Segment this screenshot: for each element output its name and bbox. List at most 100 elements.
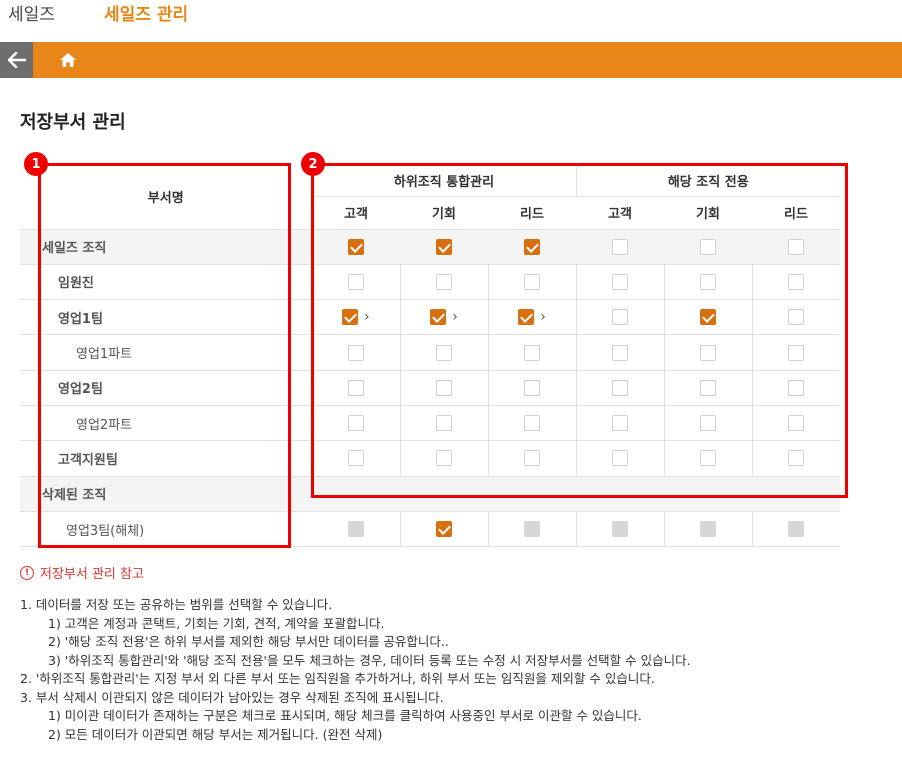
checkbox[interactable] [788, 309, 805, 326]
check-cell [663, 511, 752, 548]
dept-name: 영업1팀 [20, 299, 312, 336]
checkbox[interactable] [524, 415, 540, 432]
check-cell [576, 229, 664, 265]
chevron-right-icon[interactable]: › [364, 309, 370, 325]
check-cell [751, 370, 840, 406]
subcol-header: 고객 [576, 196, 664, 230]
checkbox[interactable] [347, 379, 364, 396]
checkbox[interactable] [524, 238, 540, 255]
checkbox[interactable] [524, 273, 540, 290]
home-button[interactable] [57, 50, 79, 70]
check-cell: › [312, 299, 400, 336]
checkbox[interactable] [612, 379, 628, 396]
checkbox[interactable] [700, 415, 716, 432]
checkbox[interactable] [348, 238, 364, 255]
tab-sales-management[interactable]: 세일즈 관리 [104, 4, 188, 26]
checkbox[interactable] [612, 344, 628, 361]
checkbox[interactable] [700, 379, 716, 396]
check-cell [400, 476, 488, 512]
checkbox [524, 521, 540, 538]
checkbox[interactable] [518, 309, 535, 326]
checkbox[interactable] [430, 309, 447, 326]
dept-name: 고객지원팀 [20, 440, 312, 477]
chevron-right-icon[interactable]: › [540, 309, 546, 325]
note-line: 3) '하위조직 통합관리'와 '해당 조직 전용'을 모두 체크하는 경우, … [48, 652, 691, 668]
check-cell [399, 511, 488, 548]
checkbox[interactable] [788, 238, 804, 255]
check-cell [751, 299, 840, 336]
check-cell [488, 476, 576, 512]
check-cell [399, 334, 488, 371]
checkbox[interactable] [436, 450, 452, 467]
notes-heading: ! 저장부서 관리 참고 [20, 563, 144, 582]
subcol-header: 기회 [664, 196, 752, 230]
check-cell [487, 334, 576, 371]
annotation-badge-2: 2 [301, 152, 325, 176]
check-cell [575, 511, 664, 548]
note-line: 1. 데이터를 저장 또는 공유하는 범위를 선택할 수 있습니다. [20, 597, 333, 612]
checkbox[interactable] [700, 273, 716, 290]
checkbox[interactable] [347, 273, 364, 290]
checkbox[interactable] [788, 450, 805, 467]
back-button[interactable] [0, 42, 33, 78]
checkbox[interactable] [436, 273, 452, 290]
check-cell [751, 405, 840, 442]
checkbox[interactable] [788, 273, 805, 290]
chevron-right-icon[interactable]: › [452, 309, 458, 325]
table-row: 영업2파트 [20, 405, 840, 442]
checkbox[interactable] [341, 309, 358, 326]
check-cell [312, 511, 400, 548]
check-cell [751, 264, 840, 301]
subcol-header: 리드 [752, 196, 840, 230]
checkbox[interactable] [700, 238, 716, 255]
checkbox[interactable] [612, 450, 628, 467]
checkbox[interactable] [347, 415, 364, 432]
note-line: 2) '해당 조직 전용'은 하위 부서를 제외한 해당 부서만 데이터를 공유… [48, 634, 449, 649]
checkbox[interactable] [700, 309, 716, 326]
checkbox[interactable] [700, 450, 716, 467]
check-cell [664, 229, 752, 265]
checkbox[interactable] [524, 344, 540, 361]
checkbox[interactable] [612, 273, 628, 290]
table-row: 임원진 [20, 264, 840, 301]
checkbox[interactable] [436, 415, 452, 432]
nav-bar [0, 42, 902, 78]
check-cell: › [487, 299, 576, 336]
check-cell [751, 334, 840, 371]
checkbox[interactable] [347, 344, 364, 361]
checkbox[interactable] [436, 344, 452, 361]
check-cell [312, 264, 400, 301]
checkbox[interactable] [524, 450, 540, 467]
check-cell [488, 229, 576, 265]
checkbox[interactable] [436, 521, 452, 538]
dept-name: 삭제된 조직 [20, 476, 312, 512]
note-line: 1) 미이관 데이터가 존재하는 구분은 체크로 표시되며, 해당 체크를 클릭… [48, 708, 642, 723]
checkbox[interactable] [524, 379, 540, 396]
checkbox[interactable] [612, 415, 628, 432]
dept-name-header: 부서명 [20, 165, 312, 230]
checkbox[interactable] [612, 238, 628, 255]
table-row: 영업2팀 [20, 370, 840, 406]
checkbox[interactable] [612, 309, 628, 326]
subcol-header: 고객 [312, 196, 400, 230]
checkbox[interactable] [788, 379, 805, 396]
check-cell [312, 370, 400, 406]
checkbox[interactable] [788, 344, 805, 361]
checkbox[interactable] [436, 238, 452, 255]
tab-sales[interactable]: 세일즈 [8, 4, 55, 26]
table-row: 삭제된 조직 [20, 476, 840, 512]
check-cell [752, 476, 840, 512]
checkbox[interactable] [700, 344, 716, 361]
checkbox[interactable] [436, 379, 452, 396]
check-cell [487, 511, 576, 548]
check-cell [575, 440, 664, 477]
dept-name: 세일즈 조직 [20, 229, 312, 265]
check-cell: › [399, 299, 488, 336]
note-line: 3. 부서 삭제시 이관되지 않은 데이터가 남아있는 경우 삭제된 조직에 표… [20, 689, 444, 705]
checkbox[interactable] [788, 415, 805, 432]
checkbox[interactable] [347, 450, 364, 467]
subcol-header: 리드 [488, 196, 576, 230]
notes-list: 1. 데이터를 저장 또는 공유하는 범위를 선택할 수 있습니다. 1) 고객은… [20, 596, 691, 744]
table-row: 고객지원팀 [20, 440, 840, 477]
storage-dept-table: 부서명 하위조직 통합관리 해당 조직 전용 고객 기회 리드 고객 기회 리드… [20, 165, 840, 548]
